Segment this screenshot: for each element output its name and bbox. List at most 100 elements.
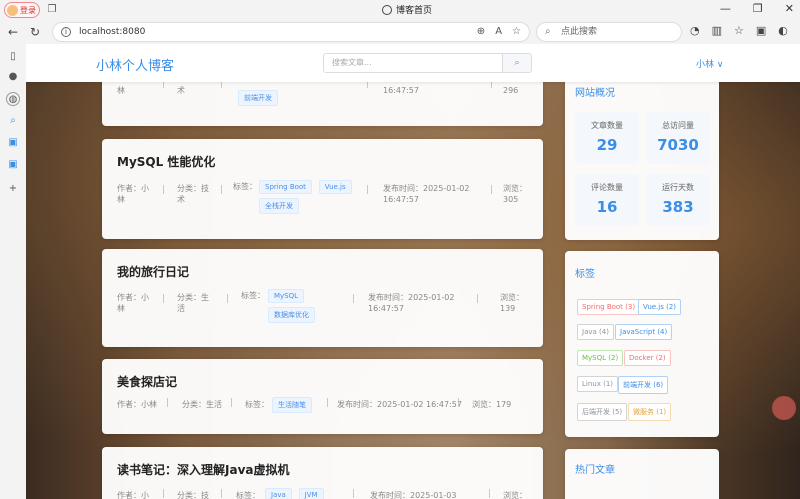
tag-cloud-item[interactable]: Spring Boot (3) xyxy=(577,299,641,315)
tag-cloud-item[interactable]: Java (4) xyxy=(577,324,614,340)
stat-value: 7030 xyxy=(657,136,699,154)
article-tags: Spring Boot Vue.js 全栈开发 xyxy=(259,178,369,217)
article-card[interactable]: MySQL 性能优化 作者：小林 | 分类：技术 | 标签： Spring Bo… xyxy=(102,139,543,239)
article-date: 发布时间：2025-01-03 xyxy=(370,491,457,499)
site-brand[interactable]: 小林个人博客 xyxy=(96,55,174,74)
floating-action-button[interactable] xyxy=(772,396,796,420)
site-search-button[interactable]: ⌕ xyxy=(502,53,532,73)
browser-sidebar: ▯ ● ◍ ⌕ ▣ ▣ + xyxy=(0,44,26,499)
profile-icon[interactable]: ● xyxy=(6,70,20,84)
tag-chip[interactable]: JVM xyxy=(298,488,324,499)
article-card[interactable]: 读书笔记：深入理解Java虚拟机 作者：小 | 分类：技 | 标签： Java … xyxy=(102,447,543,499)
app-icon[interactable]: ▣ xyxy=(6,136,20,150)
profile-button[interactable]: 登录 xyxy=(4,2,40,18)
article-author: 作者：小林 xyxy=(117,293,149,313)
stat-card: 运行天数 383 xyxy=(646,174,710,226)
minimize-icon[interactable]: — xyxy=(720,2,731,15)
stat-value: 383 xyxy=(662,198,694,216)
reload-icon[interactable]: ↻ xyxy=(30,25,40,39)
browser-search-placeholder: 点此搜索 xyxy=(561,27,598,37)
tag-cloud-item[interactable]: Docker (2) xyxy=(624,350,671,366)
tabs-icon[interactable]: ▯ xyxy=(6,50,20,64)
article-tags-label: 标签： xyxy=(241,291,265,300)
address-bar[interactable]: i localhost:8080 ⊕ A ☆ xyxy=(52,22,530,42)
search-icon: ⌕ xyxy=(545,26,551,37)
maximize-icon[interactable]: ❐ xyxy=(753,2,763,15)
favorite-star-icon[interactable]: ☆ xyxy=(512,23,521,41)
read-aloud-icon[interactable]: A xyxy=(495,23,502,41)
article-author: 林 xyxy=(117,86,125,95)
browser-toolbar: ← ↻ i localhost:8080 ⊕ A ☆ ⌕ 点此搜索 ◔ ▥ ☆ … xyxy=(0,20,800,44)
tag-chip[interactable]: Vue.js xyxy=(318,180,352,194)
tab-title: 博客首页 xyxy=(396,6,433,16)
split-screen-icon[interactable]: ▥ xyxy=(712,24,722,37)
article-title[interactable]: 读书笔记：深入理解Java虚拟机 xyxy=(117,461,289,478)
profile-label: 登录 xyxy=(20,5,36,15)
tag-cloud-item[interactable]: 前端开发 (6) xyxy=(618,376,669,394)
article-card[interactable]: 我的旅行日记 作者：小林 | 分类：生活 | 标签： MySQL 数据库优化 |… xyxy=(102,249,543,347)
article-title[interactable]: 我的旅行日记 xyxy=(117,263,189,280)
article-tags-label: 标签： xyxy=(233,182,257,191)
article-category: 分类：生活 xyxy=(182,400,222,409)
tag-cloud-item[interactable]: 微服务 (1) xyxy=(628,403,672,421)
tab-actions-icon[interactable]: ❐ xyxy=(46,4,58,16)
tag-chip[interactable]: Spring Boot xyxy=(259,180,312,194)
avatar xyxy=(7,4,18,16)
stat-card: 总访问量 7030 xyxy=(646,112,710,164)
site-header: 小林个人博客 搜索文章... ⌕ 小林 ∨ xyxy=(26,44,800,82)
user-menu[interactable]: 小林 ∨ xyxy=(696,57,723,70)
article-title[interactable]: MySQL 性能优化 xyxy=(117,153,215,170)
favorites-icon[interactable]: ☆ xyxy=(734,24,744,37)
article-title[interactable]: 美食探店记 xyxy=(117,373,177,390)
site-search-input[interactable]: 搜索文章... xyxy=(323,53,503,73)
article-views: 浏览： 305 xyxy=(503,184,527,204)
edge-icon[interactable]: ◐ xyxy=(778,24,788,37)
tag-cloud-item[interactable]: 后端开发 (5) xyxy=(577,403,628,421)
tag-chip[interactable]: 数据库优化 xyxy=(268,307,315,323)
tag-chip[interactable]: 全栈开发 xyxy=(259,198,299,214)
stat-card: 评论数量 16 xyxy=(575,174,639,226)
stat-value: 29 xyxy=(596,136,618,154)
article-card[interactable]: 美食探店记 作者：小林 | 分类：生活 | 标签： 生活随笔 | 发布时间：20… xyxy=(102,359,543,434)
article-views: 浏览： xyxy=(503,491,527,499)
close-icon[interactable]: ✕ xyxy=(785,2,794,15)
article-tags: 生活随笔 xyxy=(272,396,315,416)
article-category: 分类：技术 xyxy=(177,184,209,204)
add-icon[interactable]: + xyxy=(6,182,20,196)
tag-chip[interactable]: Java xyxy=(265,488,292,499)
copilot-icon[interactable]: ◔ xyxy=(690,24,700,37)
extension-icon[interactable]: ⊕ xyxy=(477,23,485,41)
globe-icon xyxy=(382,4,392,15)
article-category: 术 xyxy=(177,86,185,95)
search-icon[interactable]: ⌕ xyxy=(6,114,20,128)
article-author: 作者：小 xyxy=(117,491,149,499)
tag-chip[interactable]: MySQL xyxy=(268,289,305,303)
article-author: 作者：小林 xyxy=(117,400,157,409)
stat-label: 评论数量 xyxy=(591,183,623,192)
tag-cloud-item[interactable]: MySQL (2) xyxy=(577,350,624,366)
tag-cloud-item[interactable]: Linux (1) xyxy=(577,376,619,392)
stat-value: 16 xyxy=(596,198,618,216)
tab-active[interactable]: 博客首页 xyxy=(382,3,432,16)
article-author: 作者：小林 xyxy=(117,184,149,204)
collections-icon[interactable]: ▣ xyxy=(756,24,766,37)
article-tags-label: 标签： xyxy=(236,491,260,499)
tag-chip[interactable]: 前端开发 xyxy=(238,90,278,106)
browser-titlebar: 登录 ❐ 博客首页 — ❐ ✕ xyxy=(0,0,800,20)
article-views: 浏览： 139 xyxy=(500,293,524,313)
tag-cloud-item[interactable]: Vue.js (2) xyxy=(638,299,682,315)
back-icon[interactable]: ← xyxy=(8,25,18,39)
app-icon[interactable]: ▣ xyxy=(6,158,20,172)
browser-search-box[interactable]: ⌕ 点此搜索 xyxy=(536,22,682,42)
tag-chip[interactable]: 生活随笔 xyxy=(272,397,312,413)
stat-label: 总访问量 xyxy=(662,121,694,130)
article-date: 发布时间：2025-01-02 16:47:57 xyxy=(383,184,470,204)
article-date: 发布时间：2025-01-02 16:47:57 xyxy=(337,400,462,409)
site-overview-panel: 网站概况 文章数量 29 总访问量 7030 评论数量 16 运行天数 383 xyxy=(565,74,719,240)
article-tags: Java JVM xyxy=(265,486,327,499)
tag-cloud-item[interactable]: JavaScript (4) xyxy=(615,324,673,340)
article-tags-label: 标签： xyxy=(245,400,269,409)
info-icon[interactable]: i xyxy=(61,27,71,37)
globe-icon[interactable]: ◍ xyxy=(6,92,20,106)
address-actions: ⊕ A ☆ xyxy=(477,23,521,41)
